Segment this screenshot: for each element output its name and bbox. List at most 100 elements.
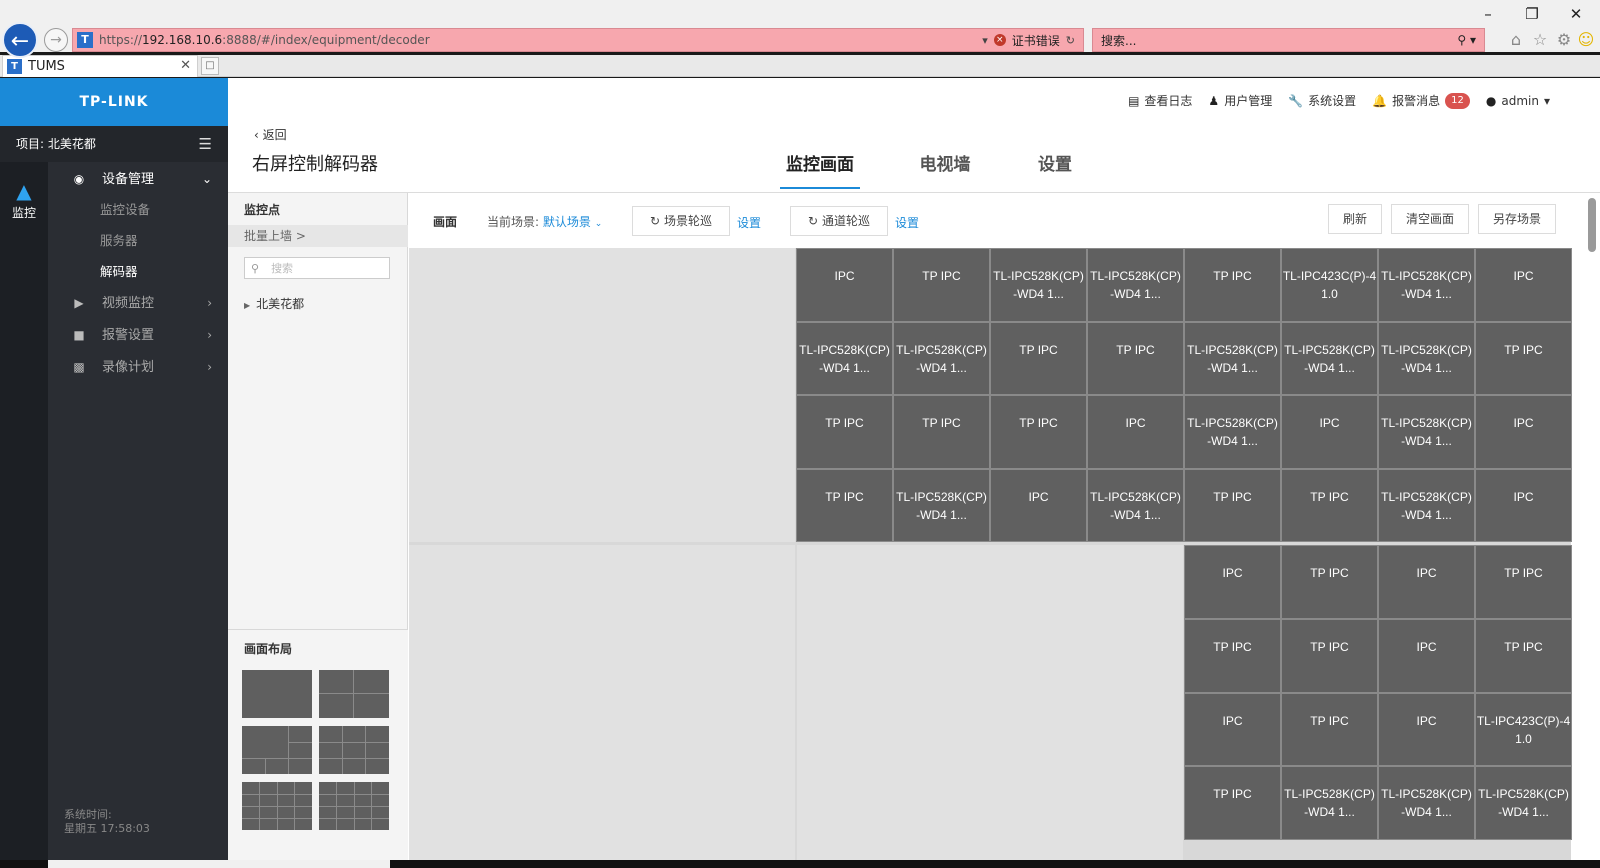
hamburger-menu-icon[interactable]: ☰ [199,126,212,162]
scene-cycle-settings-link[interactable]: 设置 [737,214,761,231]
address-bar[interactable]: T https://192.168.10.6:8888/#/index/equi… [72,28,1084,52]
camera-tile[interactable]: TP IPC [1087,321,1184,395]
tab-close-icon[interactable]: ✕ [180,58,191,73]
restore-icon[interactable]: ❐ [1510,2,1554,26]
camera-tile[interactable]: IPC [1087,395,1184,469]
camera-tile[interactable]: TL-IPC528K(CP) -WD4 1... [1281,766,1378,840]
layout-4x4-alt[interactable] [319,782,389,830]
camera-tile[interactable]: TP IPC [1475,545,1572,619]
camera-tile[interactable]: TP IPC [1281,468,1378,542]
camera-tile[interactable]: TL-IPC528K(CP) -WD4 1... [990,248,1087,322]
refresh-page-icon[interactable]: ↻ [1066,34,1075,47]
layout-1x1[interactable] [242,670,312,718]
home-icon[interactable]: ⌂ [1506,30,1526,50]
camera-tile[interactable]: IPC [1475,395,1572,469]
camera-tile[interactable]: TP IPC [893,395,990,469]
camera-tile[interactable]: TL-IPC528K(CP) -WD4 1... [1087,248,1184,322]
camera-tile[interactable]: TL-IPC528K(CP) -WD4 1... [1184,321,1281,395]
camera-tile[interactable]: TL-IPC528K(CP) -WD4 1... [1378,395,1475,469]
new-tab-icon[interactable]: □ [201,57,219,75]
camera-tile[interactable]: TP IPC [1475,618,1572,693]
clear-screen-button[interactable]: 清空画面 [1391,204,1469,234]
camera-tile[interactable]: TP IPC [796,395,893,469]
camera-tile[interactable]: TL-IPC423C(P)-4 1.0 [1475,692,1572,767]
refresh-button[interactable]: 刷新 [1328,204,1382,234]
camera-tile[interactable]: TP IPC [1184,468,1281,542]
layout-1plus5[interactable] [242,726,312,774]
camera-tile[interactable]: TL-IPC528K(CP) -WD4 1... [893,321,990,395]
save-scene-button[interactable]: 另存场景 [1478,204,1556,234]
channel-cycle-settings-link[interactable]: 设置 [895,214,919,231]
camera-tile[interactable]: IPC [1184,692,1281,767]
camera-tile[interactable]: TL-IPC528K(CP) -WD4 1... [1281,321,1378,395]
camera-tile[interactable]: TL-IPC528K(CP) -WD4 1... [796,321,893,395]
channel-cycle-button[interactable]: ↻ 通道轮巡 [790,206,888,236]
camera-tile[interactable]: IPC [1475,248,1572,322]
gear-icon[interactable]: ⚙ [1554,30,1574,50]
camera-tile[interactable]: TL-IPC528K(CP) -WD4 1... [1475,766,1572,840]
scene-cycle-button[interactable]: ↻ 场景轮巡 [632,206,730,236]
search-icon[interactable]: ⚲ ▾ [1457,33,1476,47]
camera-tile[interactable]: TL-IPC528K(CP) -WD4 1... [893,468,990,542]
user-management-link[interactable]: ♟ 用户管理 [1208,92,1272,109]
favorites-star-icon[interactable]: ☆ [1530,30,1550,50]
menu-alarm-settings[interactable]: ■ 报警设置 › [48,320,228,350]
admin-menu[interactable]: ● admin ▾ [1486,94,1550,108]
wall-screen-empty[interactable] [409,545,795,860]
rail-item-monitor[interactable]: ▲ 监控 [0,178,48,228]
camera-tile[interactable]: IPC [990,468,1087,542]
menu-recording-plan[interactable]: ▩ 录像计划 › [48,352,228,382]
camera-tile[interactable]: TP IPC [796,468,893,542]
camera-tile[interactable]: IPC [1378,692,1475,767]
camera-tile[interactable]: TP IPC [1184,766,1281,840]
camera-tile[interactable]: IPC [1378,618,1475,693]
camera-tile[interactable]: TP IPC [990,395,1087,469]
address-url[interactable]: https://192.168.10.6:8888/#/index/equipm… [99,33,982,47]
forward-arrow-icon[interactable]: → [44,28,68,52]
camera-tile[interactable]: TL-IPC423C(P)-4 1.0 [1281,248,1378,322]
wall-screen-empty[interactable] [797,545,1183,860]
view-log-link[interactable]: ▤ 查看日志 [1128,92,1192,109]
tab-tums[interactable]: T TUMS ✕ [2,55,198,77]
camera-tile[interactable]: TL-IPC528K(CP) -WD4 1... [1184,395,1281,469]
current-scene[interactable]: 当前场景: 默认场景 ⌄ [487,213,602,230]
camera-tile[interactable]: TL-IPC528K(CP) -WD4 1... [1378,468,1475,542]
project-selector[interactable]: 项目: 北美花都 ☰ [0,126,228,162]
dropdown-arrow-icon[interactable]: ▾ [982,34,988,47]
submenu-servers[interactable]: 服务器 [48,227,228,255]
layout-4x4[interactable] [242,782,312,830]
system-settings-link[interactable]: 🔧 系统设置 [1288,92,1356,109]
minimize-icon[interactable]: – [1466,2,1510,26]
batch-wall-button[interactable]: 批量上墙 > [228,225,408,247]
camera-tile[interactable]: TP IPC [1475,321,1572,395]
close-window-icon[interactable]: ✕ [1554,2,1598,26]
caret-right-icon[interactable]: ▶ [244,301,250,310]
camera-tile[interactable]: IPC [1184,545,1281,619]
back-arrow-icon[interactable]: ← [2,22,38,58]
layout-2x2[interactable] [319,670,389,718]
alarm-messages-link[interactable]: 🔔 报警消息 12 [1372,92,1470,109]
layout-3x3[interactable] [319,726,389,774]
camera-tile[interactable]: TP IPC [893,248,990,322]
camera-tile[interactable]: TP IPC [1184,248,1281,322]
tree-node-root[interactable]: ▶ 北美花都 [244,295,304,312]
menu-video-monitoring[interactable]: ▶ 视频监控 › [48,288,228,318]
tab-monitor-screen[interactable]: 监控画面 [780,150,860,189]
camera-tile[interactable]: TL-IPC528K(CP) -WD4 1... [1378,766,1475,840]
browser-search-box[interactable]: 搜索... ⚲ ▾ [1092,28,1485,52]
submenu-monitoring-devices[interactable]: 监控设备 [48,196,228,224]
camera-tile[interactable]: TP IPC [1281,692,1378,767]
tab-tv-wall[interactable]: 电视墙 [890,150,1000,189]
camera-tile[interactable]: IPC [796,248,893,322]
current-scene-value[interactable]: 默认场景 [543,215,591,229]
camera-tile[interactable]: TP IPC [1184,618,1281,693]
camera-tile[interactable]: TL-IPC528K(CP) -WD4 1... [1087,468,1184,542]
back-link[interactable]: ‹ 返回 [254,126,287,143]
tab-settings[interactable]: 设置 [1000,150,1110,189]
vertical-scrollbar[interactable] [1588,198,1596,252]
smiley-icon[interactable]: ☺ [1576,30,1596,50]
cert-error-label[interactable]: 证书错误 [1012,32,1060,49]
menu-device-management[interactable]: ◉ 设备管理 ⌄ [48,164,228,194]
wall-screen-empty[interactable] [409,248,795,542]
camera-tile[interactable]: TP IPC [1281,618,1378,693]
